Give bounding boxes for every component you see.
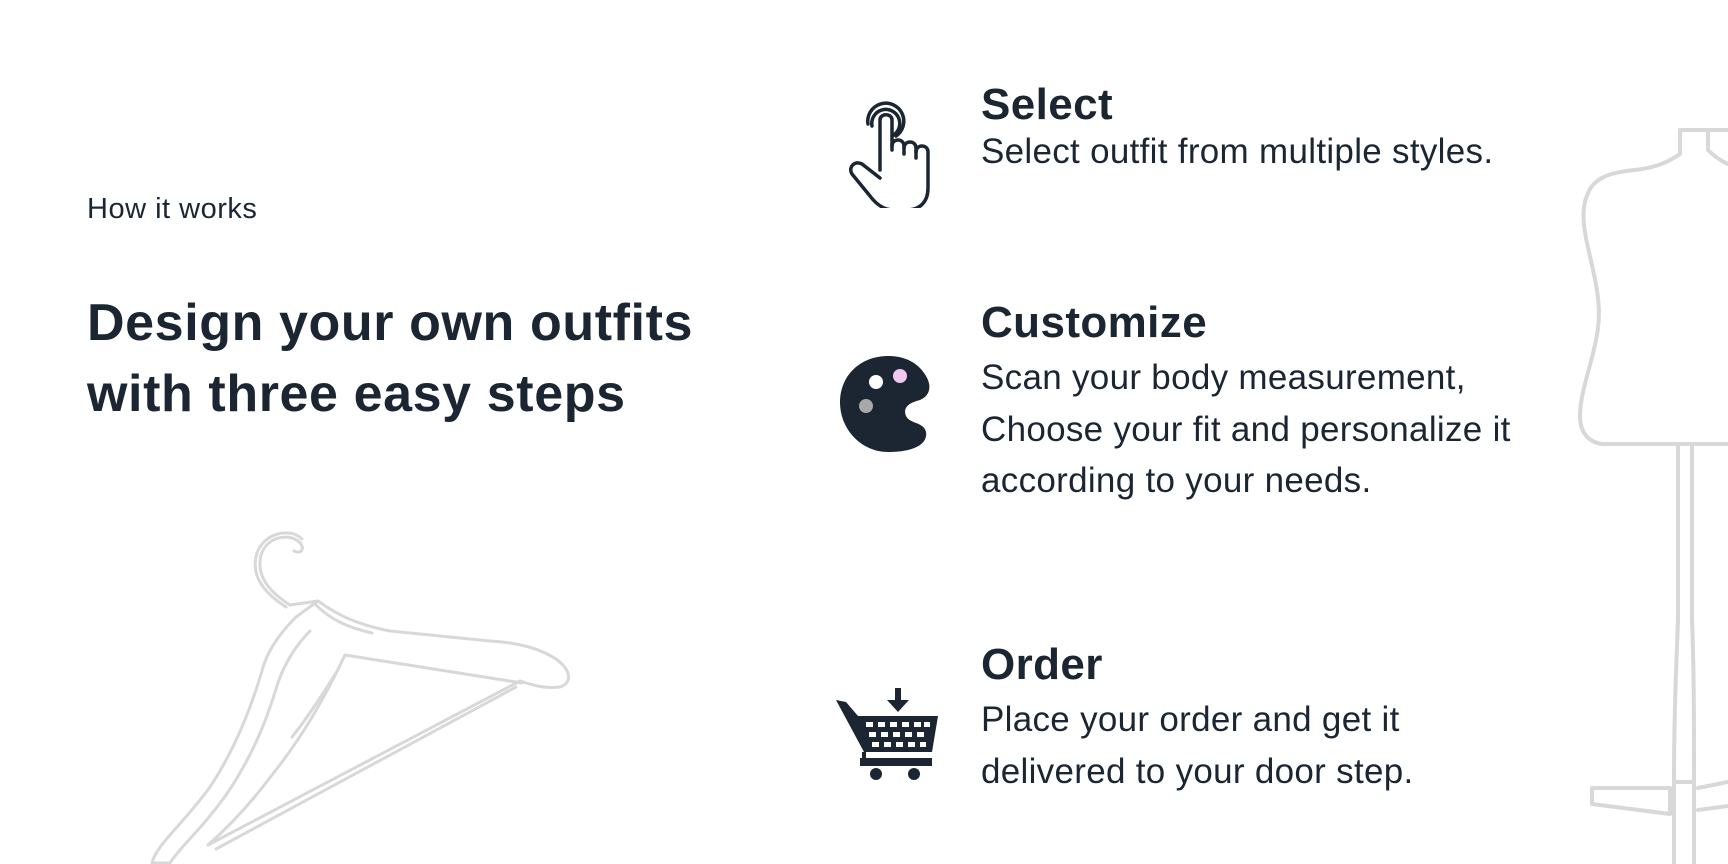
step-title: Order bbox=[981, 640, 1103, 689]
shopping-cart-icon bbox=[836, 688, 938, 780]
paint-palette-icon bbox=[840, 356, 930, 452]
step-description: Place your order and get it delivered to… bbox=[981, 700, 1414, 791]
pointing-hand-icon bbox=[849, 101, 930, 208]
step-description: Scan your body measurement, Choose your … bbox=[981, 358, 1511, 500]
section-eyebrow: How it works bbox=[87, 193, 258, 225]
step-title: Select bbox=[981, 80, 1114, 129]
clothes-hanger-icon bbox=[150, 531, 570, 864]
section-headline: Design your own outfits with three easy … bbox=[87, 294, 694, 423]
step-description: Select outfit from multiple styles. bbox=[981, 132, 1494, 171]
step-title: Customize bbox=[981, 298, 1208, 347]
how-it-works-section: How it works Design your own outfits wit… bbox=[0, 0, 1728, 864]
dress-form-mannequin-icon bbox=[1578, 128, 1728, 864]
